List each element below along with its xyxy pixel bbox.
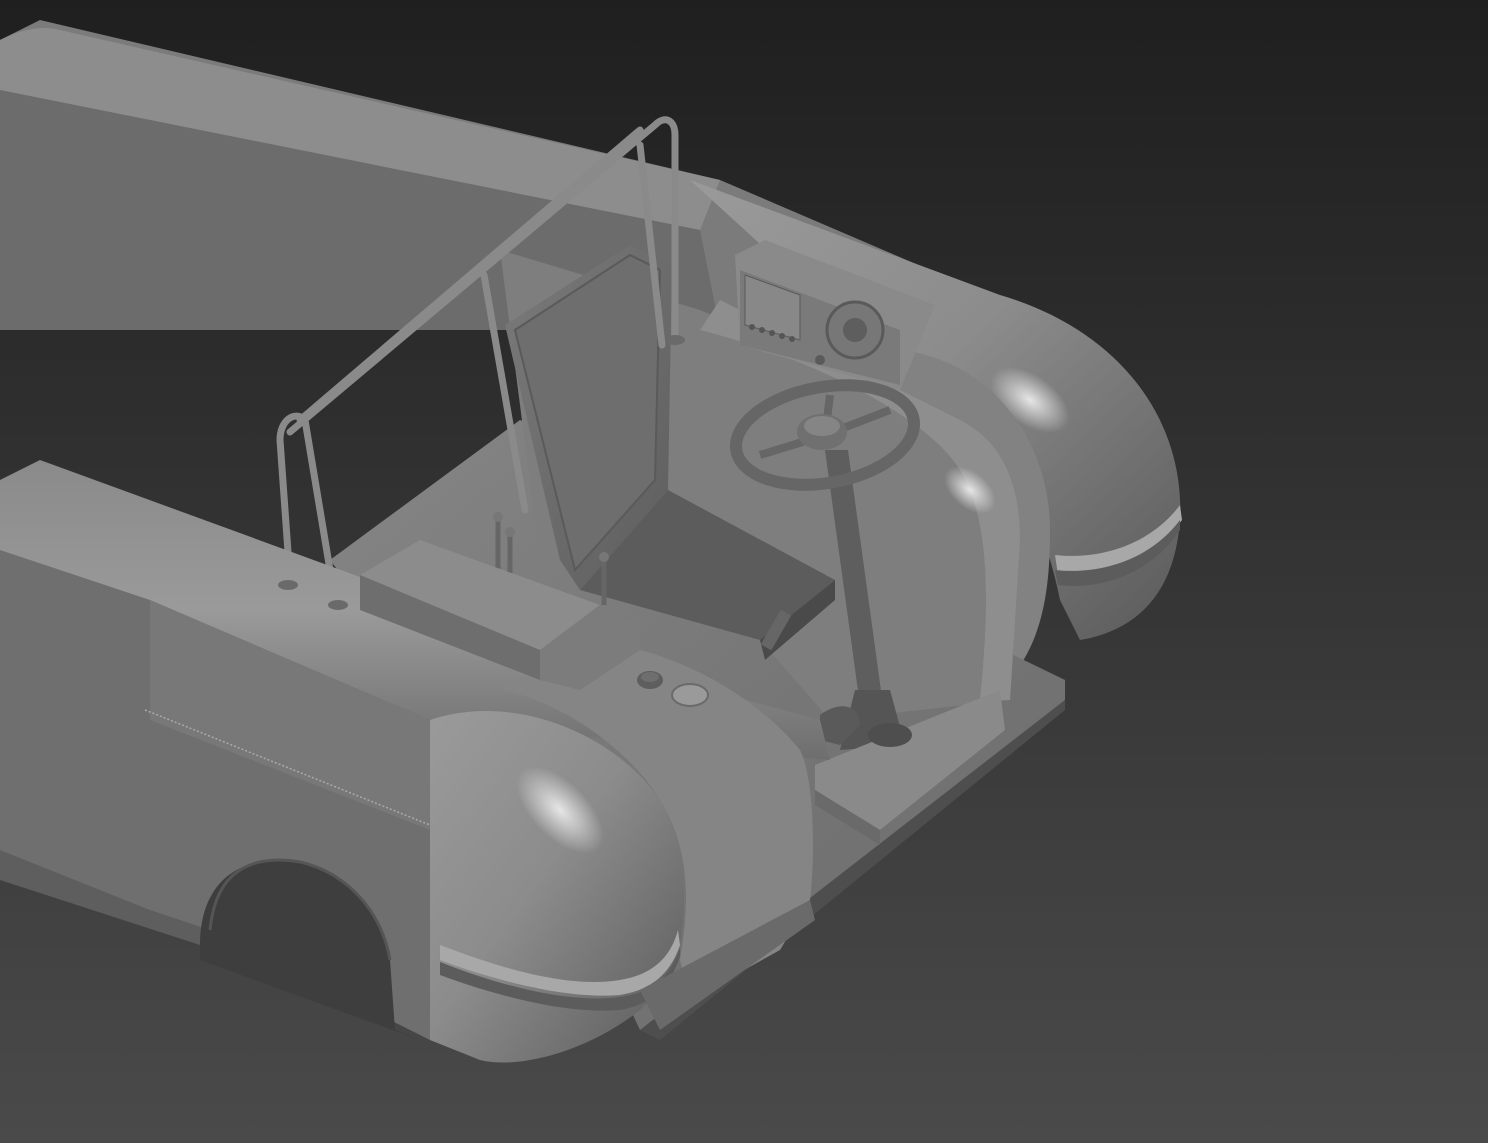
dash-button[interactable] (769, 330, 775, 336)
dash-button[interactable] (759, 327, 765, 333)
fuel-cap[interactable] (637, 671, 663, 689)
dash-button[interactable] (749, 324, 755, 330)
fuel-port (671, 683, 709, 707)
3d-viewport[interactable] (0, 0, 1488, 1143)
dash-button[interactable] (779, 333, 785, 339)
dash-button[interactable] (789, 336, 795, 342)
boat-model-render (0, 0, 1488, 1143)
